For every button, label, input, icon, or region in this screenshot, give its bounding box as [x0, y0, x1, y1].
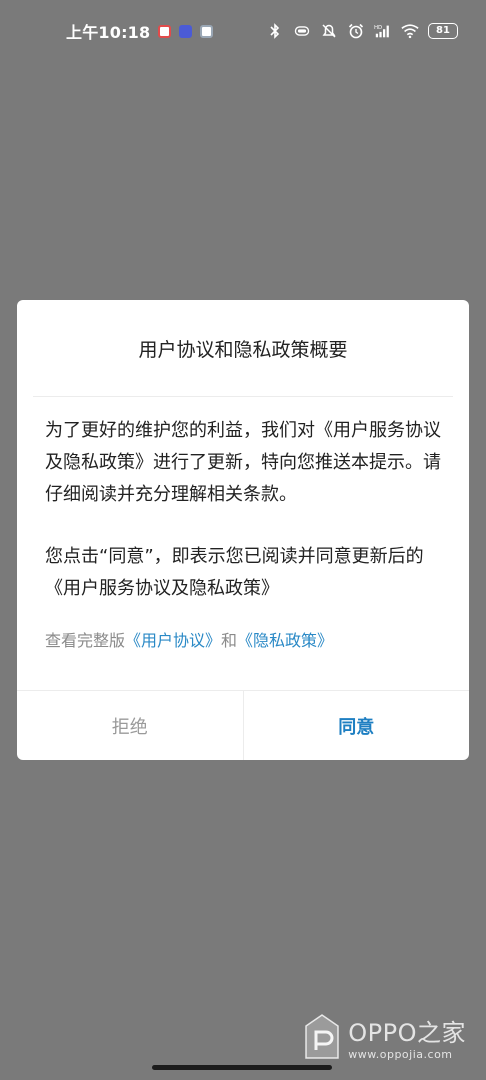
links-prefix: 查看完整版 [45, 631, 126, 650]
wifi-icon [401, 22, 419, 40]
dialog-paragraph-consent-notice: 您点击“同意”，即表示您已阅读并同意更新后的 《用户服务协议及隐私政策》 [45, 546, 424, 599]
alarm-clock-icon [347, 22, 365, 40]
dialog-title: 用户协议和隐私政策概要 [138, 338, 348, 361]
watermark-text: OPPO之家 www.oppojia.com [348, 1013, 466, 1061]
bluetooth-icon [266, 22, 284, 40]
agree-button[interactable]: 同意 [244, 691, 470, 760]
status-time: 上午10:18 [66, 23, 151, 42]
svg-text:HD: HD [374, 25, 382, 31]
status-left: 上午10:18 [66, 19, 214, 43]
battery-indicator: 81 [428, 23, 458, 39]
message-notification-icon [200, 24, 214, 38]
watermark-brand: OPPO之家 [348, 1019, 466, 1047]
home-indicator[interactable] [152, 1065, 332, 1070]
oppojia-logo-icon [305, 1014, 340, 1059]
dialog-buttons: 拒绝 同意 [17, 690, 469, 760]
status-right: HD 81 [266, 22, 458, 40]
oppojia-watermark: OPPO之家 www.oppojia.com [302, 1012, 466, 1062]
dialog-paragraph-update-notice: 为了更好的维护您的利益，我们对《用户服务协议及隐私政策》进行了更新，特向您推送本… [45, 420, 441, 505]
app-notification-icon [179, 24, 193, 38]
hd-signal-icon: HD [374, 22, 392, 40]
policy-links: 查看完整版《用户协议》和《隐私政策》 [45, 629, 441, 653]
watermark-url: www.oppojia.com [348, 1048, 453, 1061]
status-bar: 上午10:18 HD 81 [0, 0, 486, 62]
links-and: 和 [221, 631, 238, 650]
privacy-policy-link[interactable]: 《隐私政策》 [237, 631, 333, 650]
reject-button[interactable]: 拒绝 [17, 691, 244, 760]
user-agreement-link[interactable]: 《用户协议》 [125, 631, 221, 650]
mute-bell-icon [320, 22, 338, 40]
vibrate-toggle-icon [293, 22, 311, 40]
netease-music-notification-icon [158, 24, 172, 38]
dialog-body: 为了更好的维护您的利益，我们对《用户服务协议及隐私政策》进行了更新，特向您推送本… [17, 397, 469, 653]
privacy-policy-dialog: 用户协议和隐私政策概要 为了更好的维护您的利益，我们对《用户服务协议及隐私政策》… [17, 300, 469, 760]
